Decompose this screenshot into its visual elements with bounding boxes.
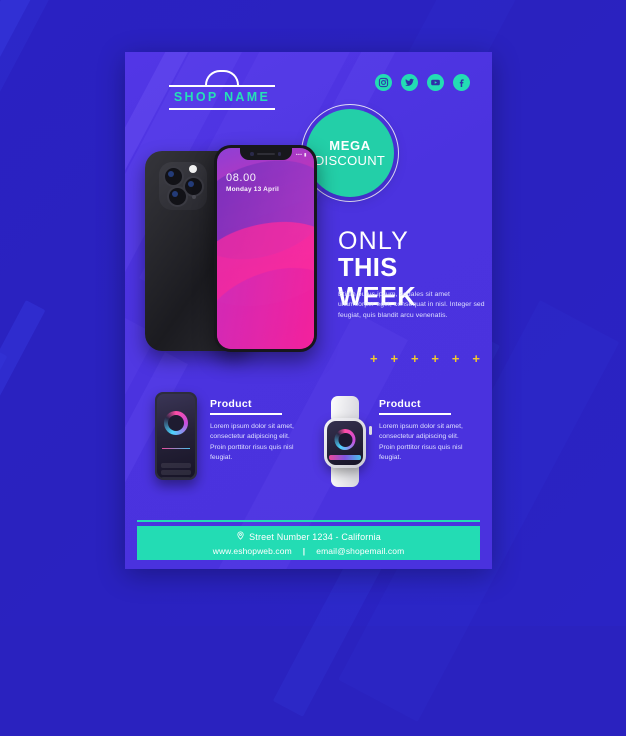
plus-icon: + — [370, 351, 378, 366]
plus-icon: + — [472, 351, 480, 366]
twitter-icon[interactable] — [401, 74, 418, 91]
mini-chart — [162, 441, 190, 459]
lockscreen-clock: 08.00 Monday 13 April — [226, 172, 279, 193]
microphone-dot — [192, 195, 196, 199]
watch-crown-icon — [369, 426, 372, 435]
footer-links: www.eshopweb.com | email@shopemail.com — [213, 546, 405, 556]
product-watch-image — [320, 392, 372, 493]
phone-front-image: ••• ▮ 08.00 Monday 13 April — [214, 145, 317, 352]
lockscreen-date: Monday 13 April — [226, 186, 279, 193]
shopping-bag-icon — [163, 70, 281, 88]
phone-mockup-group: ••• ▮ 08.00 Monday 13 April — [139, 145, 334, 360]
shop-name-text: SHOP NAME — [173, 90, 271, 104]
plus-icon: + — [451, 351, 460, 366]
headline-line1: ONLY — [338, 227, 410, 255]
product-description: Lorem ipsum dolor sit amet, consectetur … — [210, 422, 294, 462]
plus-icon: + — [431, 351, 439, 366]
camera-flash-icon — [189, 165, 197, 173]
background-stripe — [0, 0, 59, 353]
badge-mega-text: MEGA — [329, 137, 371, 153]
footer-address-text: Street Number 1234 - California — [249, 531, 381, 542]
plus-icon: + — [390, 351, 399, 366]
footer-divider — [137, 519, 480, 522]
activity-ring-icon — [164, 411, 188, 435]
footer-separator: | — [302, 546, 306, 556]
product-item[interactable]: Product Lorem ipsum dolor sit amet, cons… — [151, 392, 298, 493]
background-stripe — [0, 300, 46, 690]
promo-poster: SHOP NAME MEGA DISCOUNT ••• ▮ 08.00 Mond… — [125, 52, 492, 569]
plus-icon: + — [410, 351, 419, 366]
contact-footer: Street Number 1234 - California www.esho… — [137, 526, 480, 560]
activity-ring-icon — [334, 429, 356, 450]
product-title: Product — [379, 398, 421, 410]
product-phone-image — [151, 392, 201, 493]
plus-decoration-row: + + + + + + — [370, 352, 480, 365]
map-pin-icon — [236, 530, 245, 543]
lockscreen-time: 08.00 — [226, 172, 257, 184]
watch-controls-strip — [329, 455, 361, 460]
phone-notch — [239, 148, 292, 160]
description-paragraph: Etiam purus ipsum, sodales sit amet ulla… — [338, 291, 485, 319]
camera-module-icon — [159, 162, 207, 210]
footer-address: Street Number 1234 - California — [236, 530, 381, 543]
facebook-icon[interactable] — [453, 74, 470, 91]
social-links[interactable] — [375, 74, 470, 91]
shop-logo[interactable]: SHOP NAME — [162, 70, 282, 110]
product-item[interactable]: Product Lorem ipsum dolor sit amet, cons… — [320, 392, 467, 493]
footer-email-link[interactable]: email@shopemail.com — [316, 546, 404, 556]
phone-status-bar: ••• ▮ — [296, 152, 307, 157]
footer-website-link[interactable]: www.eshopweb.com — [213, 546, 292, 556]
product-description: Lorem ipsum dolor sit amet, consectetur … — [379, 422, 463, 462]
product-title-underline — [379, 413, 451, 415]
product-title-underline — [210, 413, 282, 415]
phone-screen: ••• ▮ 08.00 Monday 13 April — [217, 148, 314, 349]
instagram-icon[interactable] — [375, 74, 392, 91]
logo-underline — [169, 108, 275, 110]
youtube-icon[interactable] — [427, 74, 444, 91]
product-title: Product — [210, 398, 252, 410]
